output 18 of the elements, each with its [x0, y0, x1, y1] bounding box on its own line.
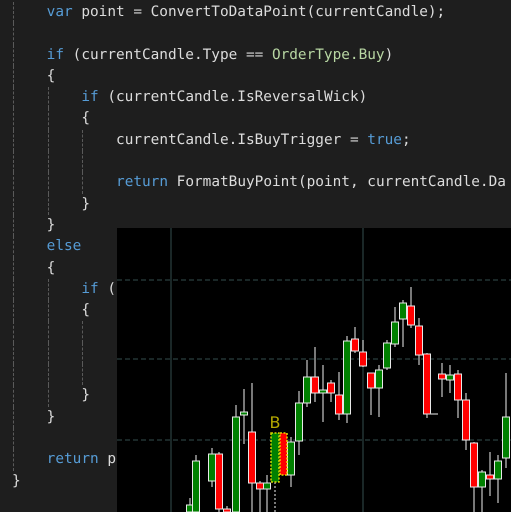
code-line: } — [81, 386, 90, 406]
code-line: return p — [46, 450, 116, 470]
code-line: if (currentCandle.Type == OrderType.Buy) — [46, 46, 394, 65]
code-line: } — [46, 408, 56, 427]
code-line: currentCandle.IsBuyTrigger = true; — [116, 130, 411, 150]
code-line: } — [12, 472, 21, 491]
code-line: if (currentCandle.IsReversalWick) — [81, 88, 368, 108]
code-line: { — [46, 258, 56, 278]
code-line: else — [46, 237, 82, 256]
code-line: { — [81, 109, 90, 128]
code-line: if ( — [81, 280, 116, 299]
code-line: var point = ConvertToDataPoint(currentCandle); — [46, 3, 446, 22]
code-line: { — [81, 301, 90, 320]
code-line: return FormatBuyPoint(point, currentCandle.Da — [116, 173, 506, 192]
buy-marker-label: B — [270, 413, 280, 432]
code-line: } — [81, 194, 90, 214]
code-line: { — [46, 66, 56, 86]
code-line: } — [46, 216, 56, 235]
